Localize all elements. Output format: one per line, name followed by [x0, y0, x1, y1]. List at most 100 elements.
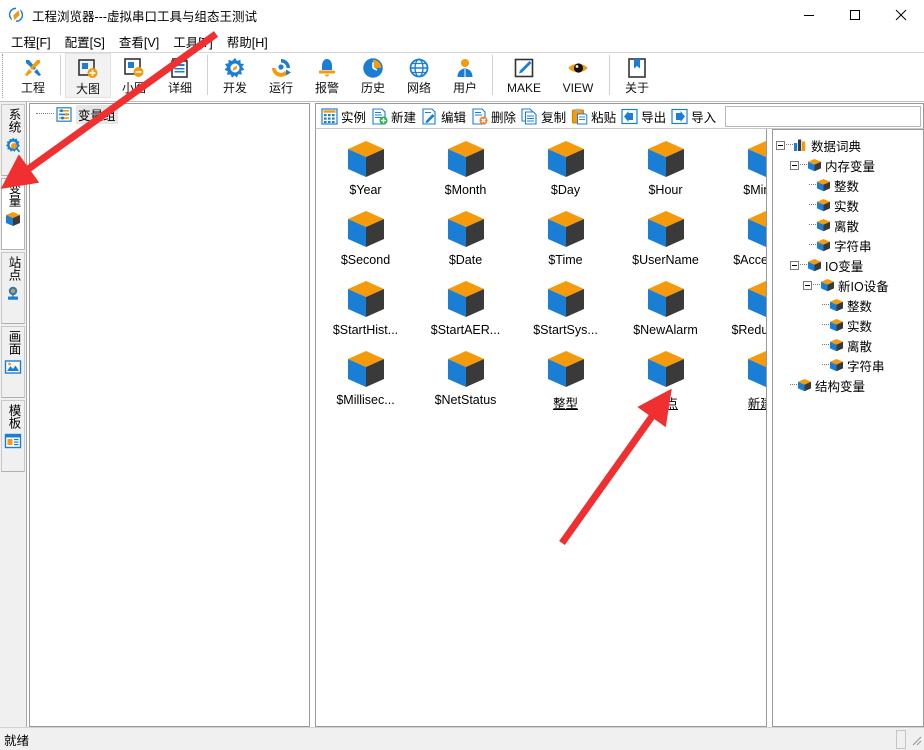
tree-node-io-string[interactable]: 字符串 [776, 355, 923, 375]
list-item[interactable]: $Month [428, 139, 503, 197]
list-item[interactable]: $Second [328, 209, 403, 267]
variable-cube-icon [745, 209, 768, 249]
toolbar-history[interactable]: 历史 [350, 53, 396, 98]
tree-node-io-real[interactable]: 实数 [776, 315, 923, 335]
menu-help[interactable]: 帮助[H] [220, 30, 275, 54]
list-item[interactable]: $Redunda... [728, 279, 767, 337]
data-dictionary-tree[interactable]: 数据词典 内存变 [772, 129, 924, 727]
toolbar-make[interactable]: MAKE [497, 53, 551, 98]
list-item-label: $AccessL... [733, 253, 767, 267]
subtoolbar-import[interactable]: 导入 [669, 105, 719, 127]
list-item-label: $Hour [648, 183, 682, 197]
list-item[interactable]: $Hour [628, 139, 703, 197]
subtoolbar-export[interactable]: 导出 [619, 105, 669, 127]
toolbar-alarm[interactable]: 报警 [304, 53, 350, 98]
tree-toggle-icon[interactable] [803, 281, 812, 290]
variable-icon-view[interactable]: $Year $Month [315, 129, 767, 727]
subtoolbar-paste[interactable]: 粘贴 [569, 105, 619, 127]
toolbar-details[interactable]: 详细 [157, 53, 203, 98]
tree-node-memory-real[interactable]: 实数 [776, 195, 923, 215]
subtoolbar-delete[interactable]: 删除 [469, 105, 519, 127]
develop-compass-icon [223, 56, 247, 80]
toolbar-network[interactable]: 网络 [396, 53, 442, 98]
toolbar-small-icons[interactable]: 小图 [111, 53, 157, 98]
tree-node-data-dictionary[interactable]: 数据词典 [776, 135, 923, 155]
side-tab-variable[interactable]: 变量 [1, 178, 25, 250]
tree-toggle-icon[interactable] [776, 141, 785, 150]
subtoolbar-instance[interactable]: 实例 [319, 105, 369, 127]
list-item[interactable]: $NetStatus [428, 349, 503, 412]
system-gear-icon [4, 136, 22, 154]
screen-picture-icon [4, 358, 22, 376]
menu-view[interactable]: 查看[V] [112, 30, 166, 54]
list-item[interactable]: $UserName [628, 209, 703, 267]
variable-cube-icon [797, 378, 812, 392]
list-item[interactable]: $Millisec... [328, 349, 403, 412]
variable-cube-icon [829, 338, 844, 352]
list-item[interactable]: 新建... [728, 349, 767, 412]
toolbar-run[interactable]: 运行 [258, 53, 304, 98]
minimize-icon[interactable] [786, 0, 832, 30]
list-item-label: 整型 [553, 393, 578, 412]
toolbar-history-label: 历史 [361, 81, 385, 95]
tree-node-io-variable[interactable]: IO变量 [776, 255, 923, 275]
subtoolbar-instance-label: 实例 [341, 107, 366, 126]
list-item[interactable]: $Time [528, 209, 603, 267]
list-item[interactable]: $StartHist... [328, 279, 403, 337]
list-item[interactable]: $Day [528, 139, 603, 197]
list-item[interactable]: $StartSys... [528, 279, 603, 337]
resize-grip-icon[interactable] [908, 732, 922, 746]
tree-toggle-icon[interactable] [790, 261, 799, 270]
variable-group-icon [56, 107, 72, 122]
toolbar-about[interactable]: 关于 [614, 53, 660, 98]
side-tab-template[interactable]: 模板 [1, 400, 25, 472]
variable-group-panel[interactable]: 变量组 [29, 103, 310, 727]
tree-node-memory-integer[interactable]: 整数 [776, 175, 923, 195]
list-item[interactable]: $Date [428, 209, 503, 267]
subtoolbar-edit[interactable]: 编辑 [419, 105, 469, 127]
tree-node-struct-variable[interactable]: 结构变量 [776, 375, 923, 395]
tree-node-memory-discrete[interactable]: 离散 [776, 215, 923, 235]
maximize-icon[interactable] [832, 0, 878, 30]
side-tab-system[interactable]: 系统 [1, 104, 25, 176]
toolbar-view[interactable]: VIEW [551, 53, 605, 98]
tree-toggle-icon[interactable] [790, 161, 799, 170]
tree-node-memory-string[interactable]: 字符串 [776, 235, 923, 255]
variable-cube-icon [445, 349, 487, 389]
list-item[interactable]: 整型 [528, 349, 603, 412]
toolbar-alarm-label: 报警 [315, 81, 339, 95]
menu-project[interactable]: 工程[F] [4, 30, 58, 54]
toolbar-grip[interactable] [2, 54, 10, 98]
menu-config[interactable]: 配置[S] [58, 30, 112, 54]
variable-cube-icon [745, 279, 768, 319]
list-item-label: 新建... [748, 393, 767, 412]
toolbar-view-label: VIEW [563, 81, 594, 95]
close-icon[interactable] [878, 0, 924, 30]
toolbar-project[interactable]: 工程 [10, 53, 56, 98]
toolbar-project-label: 工程 [21, 81, 45, 95]
list-item[interactable]: 浮点 [628, 349, 703, 412]
side-tab-site[interactable]: 站点 [1, 252, 25, 324]
list-item[interactable]: $StartAER... [428, 279, 503, 337]
search-input[interactable] [725, 106, 921, 127]
toolbar-large-icons[interactable]: 大图 [65, 53, 111, 98]
tree-node-new-io-device[interactable]: 新IO设备 [776, 275, 923, 295]
variable-group-row[interactable]: 变量组 [30, 104, 309, 124]
list-item[interactable]: $AccessL... [728, 209, 767, 267]
list-item-label: $NewAlarm [633, 323, 698, 337]
subtoolbar-new[interactable]: 新建 [369, 105, 419, 127]
tree-node-memory-variable[interactable]: 内存变量 [776, 155, 923, 175]
menu-tools[interactable]: 工具[T] [166, 30, 220, 54]
list-item[interactable]: $Year [328, 139, 403, 197]
list-item[interactable]: $NewAlarm [628, 279, 703, 337]
side-tab-screen[interactable]: 画面 [1, 326, 25, 398]
list-item[interactable]: $Minute [728, 139, 767, 197]
variable-cube-icon [345, 139, 387, 179]
tree-node-io-integer[interactable]: 整数 [776, 295, 923, 315]
subtoolbar-copy[interactable]: 复制 [519, 105, 569, 127]
toolbar-develop[interactable]: 开发 [212, 53, 258, 98]
tree-node-io-discrete[interactable]: 离散 [776, 335, 923, 355]
variable-cube-icon [345, 209, 387, 249]
toolbar-develop-label: 开发 [223, 81, 247, 95]
toolbar-user[interactable]: 用户 [442, 53, 488, 98]
